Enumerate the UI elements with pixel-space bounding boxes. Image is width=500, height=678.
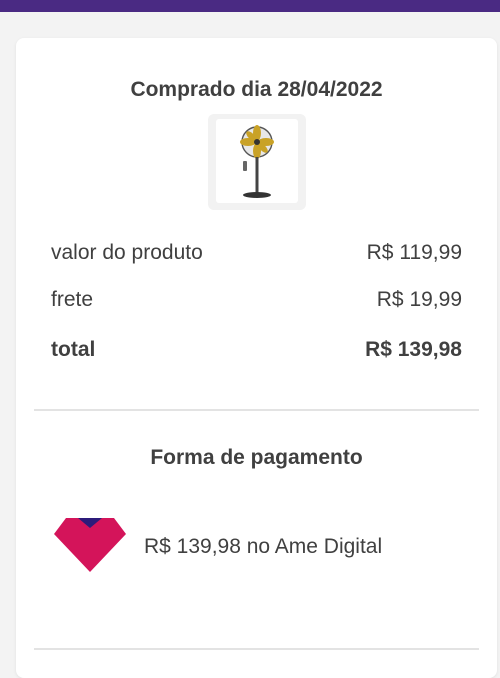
purchase-date-title: Comprado dia 28/04/2022	[130, 78, 383, 101]
shipping-amount: R$ 19,99	[376, 288, 462, 311]
order-details-card: Comprado dia 28/04/2022 valor do produto…	[16, 38, 497, 678]
payment-method-text: R$ 139,98 no Ame Digital	[144, 535, 383, 558]
total-amount: R$ 139,98	[365, 338, 462, 361]
shipping-label: frete	[51, 288, 94, 311]
total-label: total	[51, 338, 96, 361]
payment-method-title: Forma de pagamento	[150, 446, 363, 469]
ame-digital-logo-icon	[54, 518, 126, 572]
section-divider	[34, 648, 479, 650]
product-value-amount: R$ 119,99	[366, 241, 462, 264]
product-thumbnail[interactable]	[208, 114, 306, 210]
app-top-bar	[0, 0, 500, 12]
product-value-label: valor do produto	[51, 241, 203, 264]
standing-fan-icon	[240, 125, 274, 198]
section-divider	[34, 409, 479, 411]
